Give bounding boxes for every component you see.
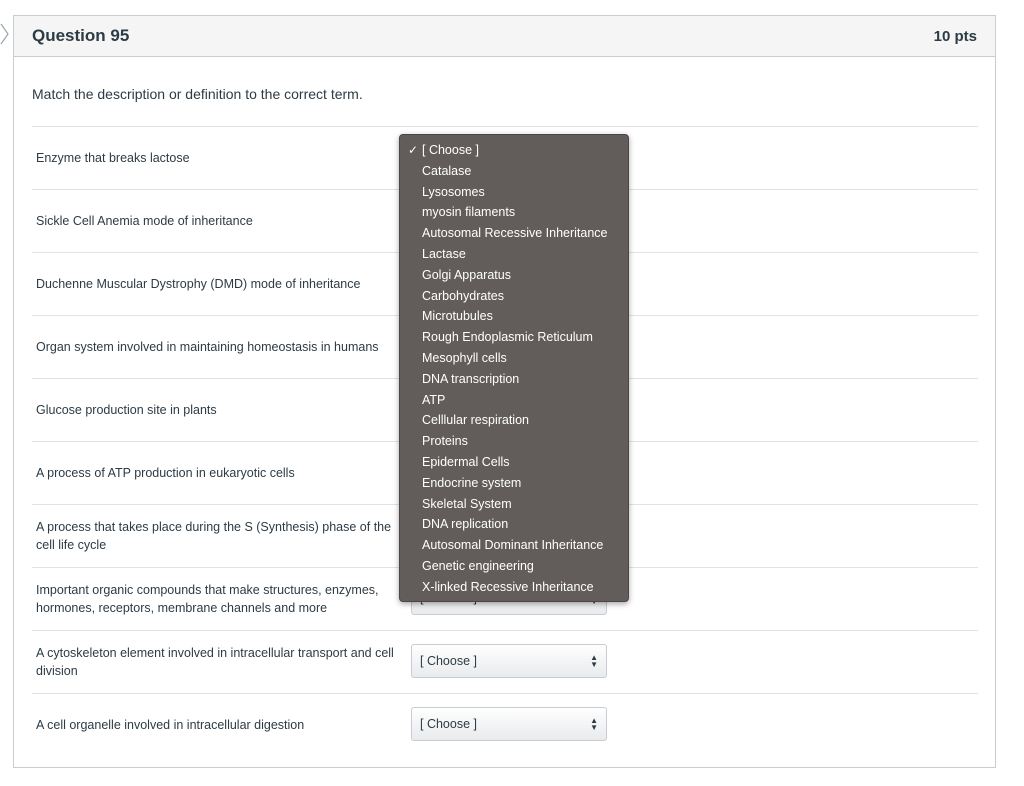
dropdown-option[interactable]: Autosomal Dominant Inheritance	[400, 535, 628, 556]
choose-dropdown-menu[interactable]: ✓[ Choose ] Catalase Lysosomes myosin filam…	[399, 134, 629, 602]
dropdown-option[interactable]: Endocrine system	[400, 473, 628, 494]
dropdown-option-label: Endocrine system	[422, 475, 522, 490]
question-header: Question 95 10 pts	[14, 16, 995, 57]
dropdown-option-label: Epidermal Cells	[422, 454, 510, 469]
match-row-label: A process that takes place during the S …	[36, 520, 392, 552]
dropdown-option-label: DNA transcription	[422, 371, 520, 386]
match-row-label: Important organic compounds that make st…	[36, 583, 379, 615]
dropdown-option-label: Golgi Apparatus	[422, 267, 511, 282]
check-icon: ✓	[408, 143, 419, 157]
dropdown-option[interactable]: myosin filaments	[400, 202, 628, 223]
dropdown-option[interactable]: Rough Endoplasmic Reticulum	[400, 327, 628, 348]
dropdown-option-label: X-linked Recessive Inheritance	[422, 579, 594, 594]
dropdown-option[interactable]: Golgi Apparatus	[400, 265, 628, 286]
dropdown-option-label: Catalase	[422, 163, 472, 178]
term-select[interactable]: [ Choose ] ▲▼	[411, 707, 607, 741]
dropdown-option-label: Microtubules	[422, 309, 493, 324]
dropdown-option-label: Autosomal Recessive Inheritance	[422, 226, 608, 241]
dropdown-option-label: Rough Endoplasmic Reticulum	[422, 330, 593, 345]
dropdown-option[interactable]: Microtubules	[400, 306, 628, 327]
dropdown-option[interactable]: DNA transcription	[400, 369, 628, 390]
match-row-label: Glucose production site in plants	[36, 403, 217, 417]
dropdown-option-label: Proteins	[422, 434, 468, 449]
term-select-value: [ Choose ]	[420, 717, 477, 731]
dropdown-option[interactable]: Genetic engineering	[400, 556, 628, 577]
dropdown-option-label: Lactase	[422, 246, 466, 261]
dropdown-option[interactable]: Catalase	[400, 161, 628, 182]
dropdown-option[interactable]: ✓[ Choose ]	[400, 140, 628, 161]
question-title: Question 95	[32, 26, 130, 45]
match-row-label: Enzyme that breaks lactose	[36, 151, 190, 165]
match-row-label: A process of ATP production in eukaryoti…	[36, 466, 295, 480]
dropdown-option[interactable]: Epidermal Cells	[400, 452, 628, 473]
dropdown-option-label: Celllular respiration	[422, 413, 529, 428]
dropdown-option[interactable]: DNA replication	[400, 514, 628, 535]
dropdown-option-label: Mesophyll cells	[422, 350, 507, 365]
dropdown-option[interactable]: Skeletal System	[400, 494, 628, 515]
question-prompt: Match the description or definition to t…	[32, 86, 363, 102]
match-row-label: A cell organelle involved in intracellul…	[36, 718, 305, 732]
dropdown-option[interactable]: Lysosomes	[400, 182, 628, 203]
dropdown-option-label: myosin filaments	[422, 205, 516, 220]
dropdown-option-label: Skeletal System	[422, 496, 512, 511]
dropdown-option[interactable]: X-linked Recessive Inheritance	[400, 577, 628, 598]
dropdown-option-label: Lysosomes	[422, 184, 485, 199]
dropdown-option[interactable]: Proteins	[400, 431, 628, 452]
select-arrows-icon: ▲▼	[590, 653, 598, 669]
match-row: A cell organelle involved in intracellul…	[32, 693, 978, 756]
term-select-value: [ Choose ]	[420, 654, 477, 668]
dropdown-option[interactable]: Lactase	[400, 244, 628, 265]
dropdown-option-label: Autosomal Dominant Inheritance	[422, 538, 604, 553]
match-row: A cytoskeleton element involved in intra…	[32, 630, 978, 693]
chevron-right-icon[interactable]	[0, 20, 10, 48]
match-row-label: Duchenne Muscular Dystrophy (DMD) mode o…	[36, 277, 361, 291]
dropdown-option[interactable]: Celllular respiration	[400, 410, 628, 431]
dropdown-option[interactable]: Mesophyll cells	[400, 348, 628, 369]
dropdown-option[interactable]: Carbohydrates	[400, 286, 628, 307]
dropdown-option-label: Carbohydrates	[422, 288, 504, 303]
match-row-label: Organ system involved in maintaining hom…	[36, 340, 379, 354]
match-row-label: A cytoskeleton element involved in intra…	[36, 646, 394, 678]
dropdown-option-label: [ Choose ]	[422, 143, 479, 157]
dropdown-option[interactable]: Autosomal Recessive Inheritance	[400, 223, 628, 244]
dropdown-option[interactable]: ATP	[400, 390, 628, 411]
dropdown-option-label: DNA replication	[422, 517, 509, 532]
match-row-label: Sickle Cell Anemia mode of inheritance	[36, 214, 253, 228]
dropdown-option-label: Genetic engineering	[422, 558, 534, 573]
select-arrows-icon: ▲▼	[590, 716, 598, 732]
term-select[interactable]: [ Choose ] ▲▼	[411, 644, 607, 678]
question-points: 10 pts	[933, 28, 977, 45]
dropdown-option-label: ATP	[422, 392, 446, 407]
